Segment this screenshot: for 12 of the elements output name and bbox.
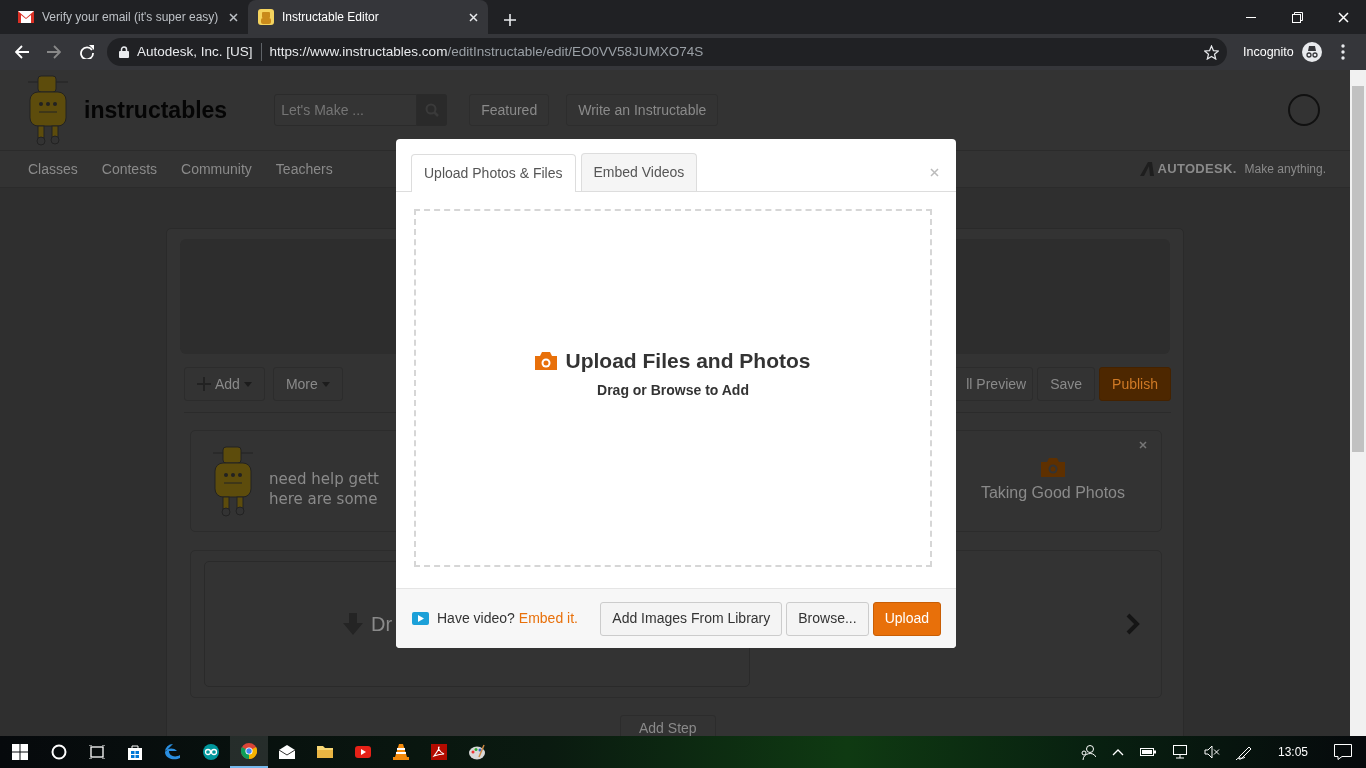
brand-tagline: Make anything. [1244,161,1326,178]
drop-zone-title: Upload Files and Photos [565,347,811,374]
brand-name: AUTODESK. [1157,160,1237,179]
profile-label: Incognito [1243,43,1294,61]
tab-title: Instructable Editor [282,9,380,26]
tab-title: Verify your email (it's super easy) [42,9,220,26]
step-card-text: Dr [371,612,393,637]
drop-zone-subtitle: Drag or Browse to Add [597,381,749,401]
site-identity: Autodesk, Inc. [US] [137,42,253,61]
url-text: https://www.instructables.com/editInstructable/edit/EO0VV58JUMXO74S [269,42,704,61]
help-text: need help gett here are some [269,469,379,509]
video-prompt: Have video? [437,609,515,628]
